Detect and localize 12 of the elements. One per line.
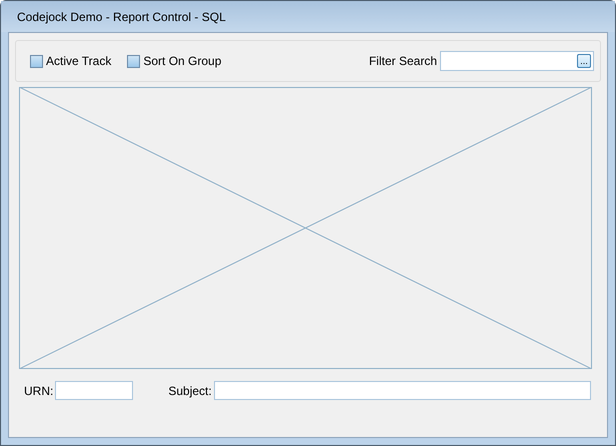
browse-button[interactable]: ...: [577, 54, 591, 68]
checkbox[interactable]: Active Track: [30, 54, 112, 68]
checkbox-box[interactable]: [30, 54, 43, 68]
input-field[interactable]: [214, 381, 591, 400]
field-label: URN:: [24, 384, 54, 398]
filter-label: Filter Search: [368, 54, 437, 68]
checkbox-box[interactable]: [127, 54, 140, 68]
window-title: Codejock Demo - Report Control - SQL: [17, 10, 226, 24]
filter-search-field[interactable]: ...: [440, 51, 594, 71]
field-label: Subject:: [168, 384, 212, 398]
checkbox[interactable]: Sort On Group: [127, 54, 222, 68]
input-field[interactable]: [55, 381, 134, 400]
